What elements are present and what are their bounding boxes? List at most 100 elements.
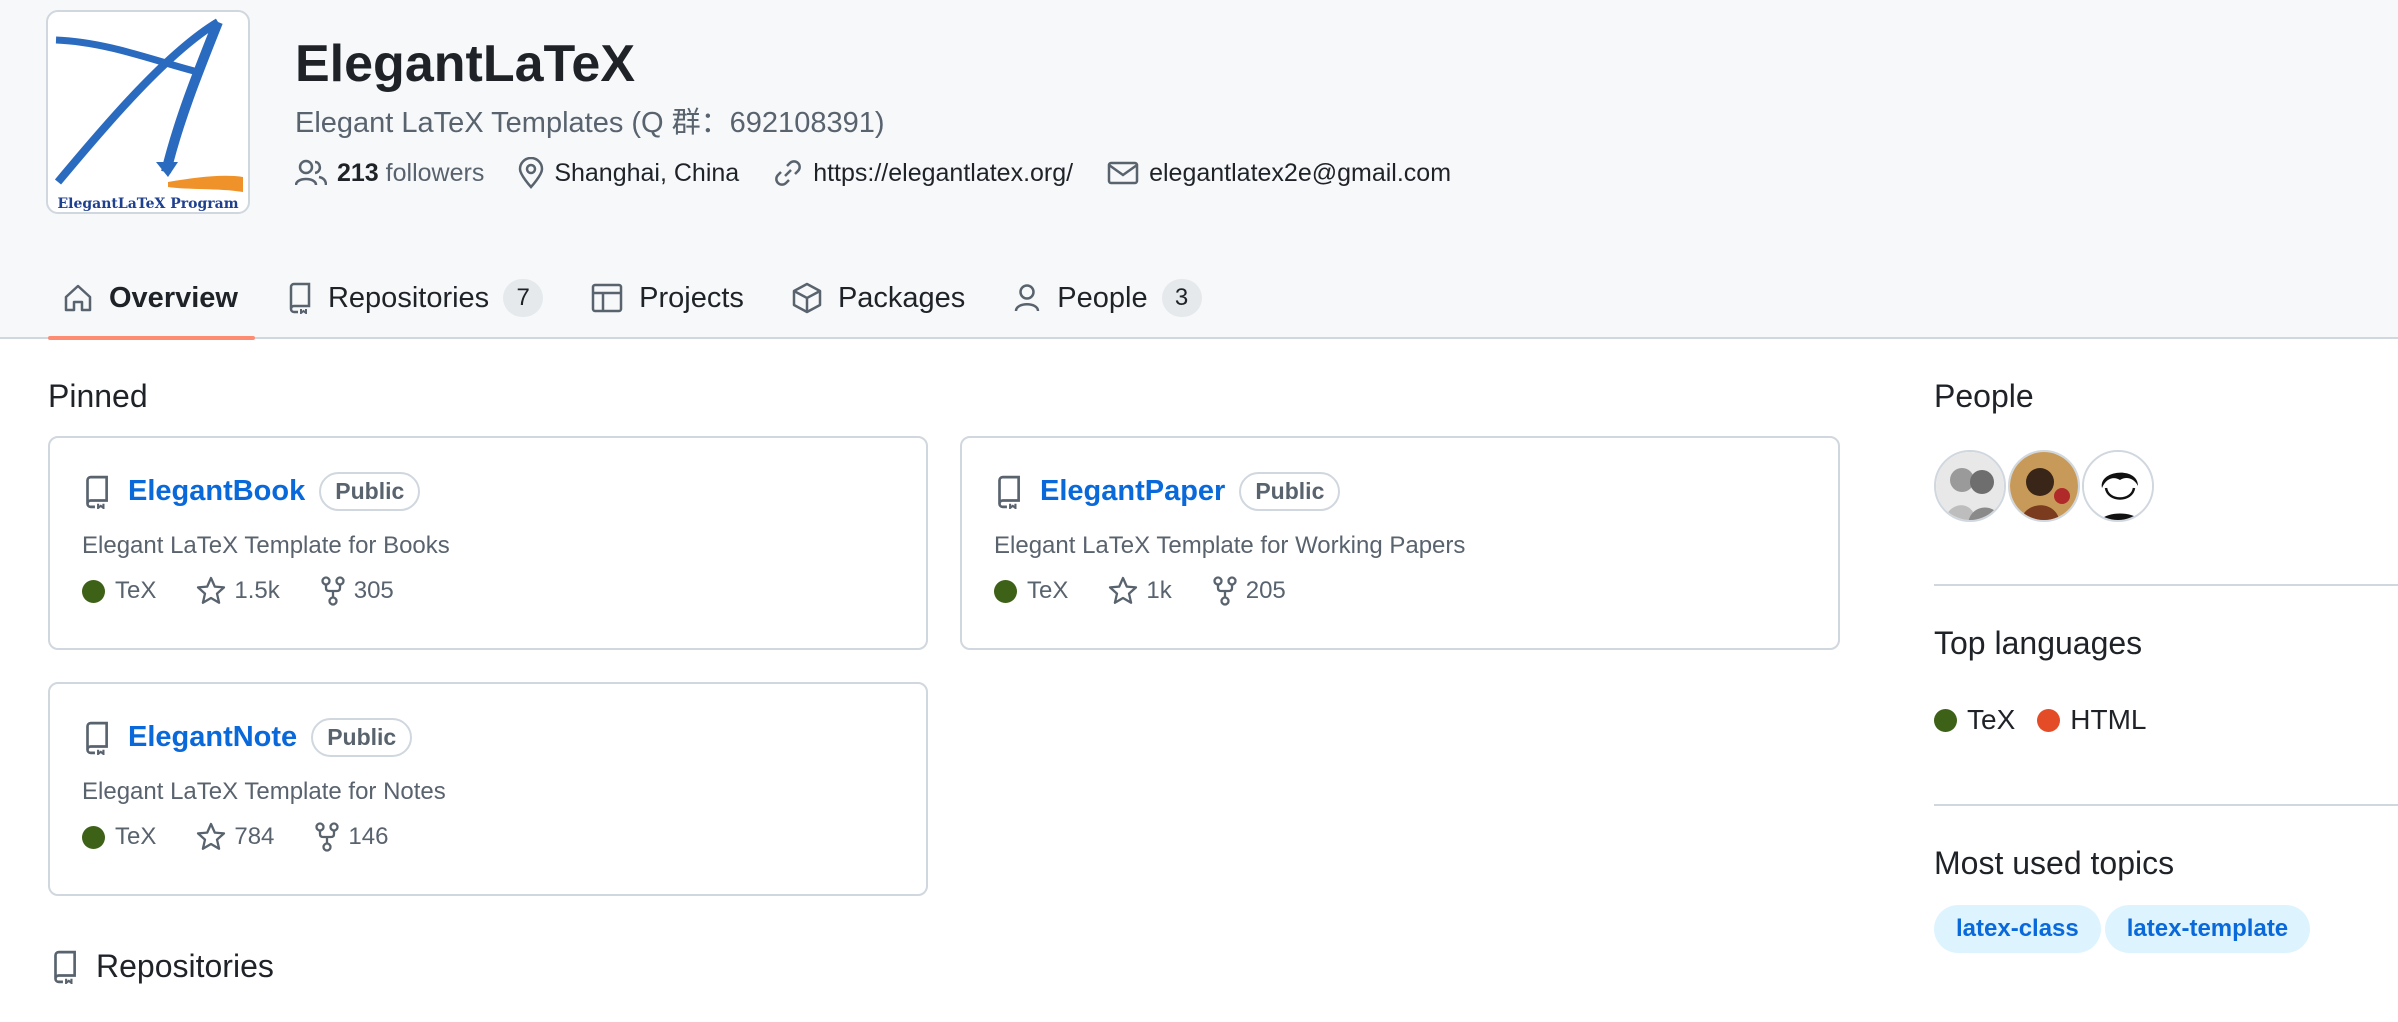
stars-link[interactable]: 1k (1108, 576, 1172, 606)
topics-list: latex-class latex-template (1934, 905, 2314, 953)
email-link[interactable]: elegantlatex2e@gmail.com (1107, 159, 1451, 188)
repo-icon (998, 475, 1020, 509)
forks-link[interactable]: 146 (314, 822, 388, 852)
package-icon (792, 282, 822, 314)
org-name: ElegantLaTeX (295, 35, 636, 93)
visibility-badge: Public (319, 472, 421, 511)
tab-label: Projects (639, 281, 744, 314)
people-list (1934, 450, 2156, 522)
repo-name-link[interactable]: ElegantPaper (1040, 475, 1225, 508)
person-icon (1015, 284, 1040, 312)
forks-link[interactable]: 205 (1212, 576, 1286, 606)
mail-icon (1107, 161, 1139, 185)
repo-description: Elegant LaTeX Template for Notes (82, 778, 446, 805)
home-icon (64, 284, 92, 312)
language-name: TeX (115, 577, 157, 604)
followers-count: 213 (337, 158, 379, 187)
language-item: TeX (1934, 704, 2015, 736)
website-text: https://elegantlatex.org/ (813, 158, 1074, 187)
tab-people[interactable]: People 3 (996, 258, 1218, 338)
language-dot (1934, 708, 1957, 732)
people-counter: 3 (1161, 279, 1202, 317)
org-meta: 213 followers Shanghai, China https://el… (295, 153, 1485, 193)
tab-packages[interactable]: Packages (775, 258, 982, 338)
followers-link[interactable]: 213 followers (295, 159, 484, 188)
avatar[interactable] (1934, 450, 2006, 522)
fork-icon (321, 576, 345, 606)
repo-name-link[interactable]: ElegantNote (128, 721, 297, 754)
email-text: elegantlatex2e@gmail.com (1149, 158, 1452, 187)
forks-count: 146 (348, 823, 389, 850)
repo-description: Elegant LaTeX Template for Working Paper… (994, 532, 1466, 559)
repo-icon (86, 475, 108, 509)
repo-language: TeX (994, 577, 1068, 605)
star-icon (197, 822, 226, 850)
topic-tag[interactable]: latex-template (2104, 905, 2311, 953)
repo-description: Elegant LaTeX Template for Books (82, 532, 450, 559)
link-icon (775, 160, 802, 186)
repo-icon (54, 950, 76, 984)
stars-count: 1.5k (234, 577, 280, 604)
repositories-counter: 7 (503, 279, 544, 317)
member-avatar-3 (2084, 452, 2152, 520)
visibility-badge: Public (311, 718, 413, 757)
repo-name-link[interactable]: ElegantBook (128, 475, 305, 508)
stars-count: 1k (1146, 577, 1172, 604)
org-tabs: Overview Repositories 7 Projects Package… (46, 258, 1233, 340)
stars-link[interactable]: 784 (196, 822, 274, 852)
member-avatar-2 (2010, 452, 2078, 520)
topic-tag[interactable]: latex-class (1934, 905, 2101, 953)
followers-label: followers (385, 158, 485, 187)
pinned-repo-card: ElegantBook Public Elegant LaTeX Templat… (48, 436, 928, 650)
topics-title: Most used topics (1934, 845, 2175, 881)
tab-label: Overview (109, 281, 238, 314)
tab-label: Repositories (327, 281, 490, 314)
people-icon (295, 159, 327, 186)
table-icon (591, 283, 623, 313)
fork-icon (315, 822, 340, 852)
tab-repositories[interactable]: Repositories 7 (269, 258, 560, 338)
stars-link[interactable]: 1.5k (196, 576, 280, 606)
forks-link[interactable]: 305 (320, 576, 394, 606)
repositories-heading: Repositories (50, 948, 274, 985)
avatar[interactable] (2008, 450, 2080, 522)
sidebar-divider (1934, 584, 2398, 586)
forks-count: 205 (1245, 577, 1286, 604)
pinned-repo-card: ElegantNote Public Elegant LaTeX Templat… (48, 682, 928, 896)
language-dot (994, 579, 1017, 603)
language-dot (82, 825, 105, 849)
org-description: Elegant LaTeX Templates (Q 群：692108391) (295, 107, 885, 139)
website-link[interactable]: https://elegantlatex.org/ (773, 158, 1073, 188)
tab-label: People (1057, 281, 1148, 314)
star-icon (1109, 576, 1138, 604)
location-text: Shanghai, China (554, 158, 740, 187)
forks-count: 305 (353, 577, 394, 604)
language-name: TeX (1027, 577, 1069, 604)
tab-label: Packages (837, 281, 966, 314)
org-avatar[interactable]: ElegantLaTeX Program (46, 10, 250, 214)
tab-overview[interactable]: Overview (46, 258, 255, 340)
repo-language: TeX (82, 823, 156, 851)
language-name: TeX (1967, 704, 2016, 735)
pinned-repo-card: ElegantPaper Public Elegant LaTeX Templa… (960, 436, 1840, 650)
org-header: ElegantLaTeX Program ElegantLaTeX Elegan… (0, 0, 2398, 340)
language-name: TeX (115, 823, 157, 850)
stars-count: 784 (234, 823, 275, 850)
language-name: HTML (2070, 704, 2147, 735)
location-icon (519, 157, 544, 189)
language-dot (2037, 708, 2061, 732)
member-avatar-1 (1936, 452, 2004, 520)
location: Shanghai, China (518, 157, 739, 189)
avatar[interactable] (2082, 450, 2154, 522)
tab-projects[interactable]: Projects (574, 258, 761, 338)
repo-icon (86, 721, 108, 755)
language-dot (82, 579, 105, 603)
pinned-title: Pinned (48, 378, 148, 414)
org-logo: ElegantLaTeX Program (54, 18, 243, 212)
sidebar-divider (1934, 804, 2398, 806)
top-languages-list: TeX HTML (1934, 704, 2168, 736)
fork-icon (1213, 576, 1237, 606)
repo-language: TeX (82, 577, 156, 605)
logo-text: ElegantLaTeX Program (57, 196, 238, 212)
visibility-badge: Public (1239, 472, 1341, 511)
